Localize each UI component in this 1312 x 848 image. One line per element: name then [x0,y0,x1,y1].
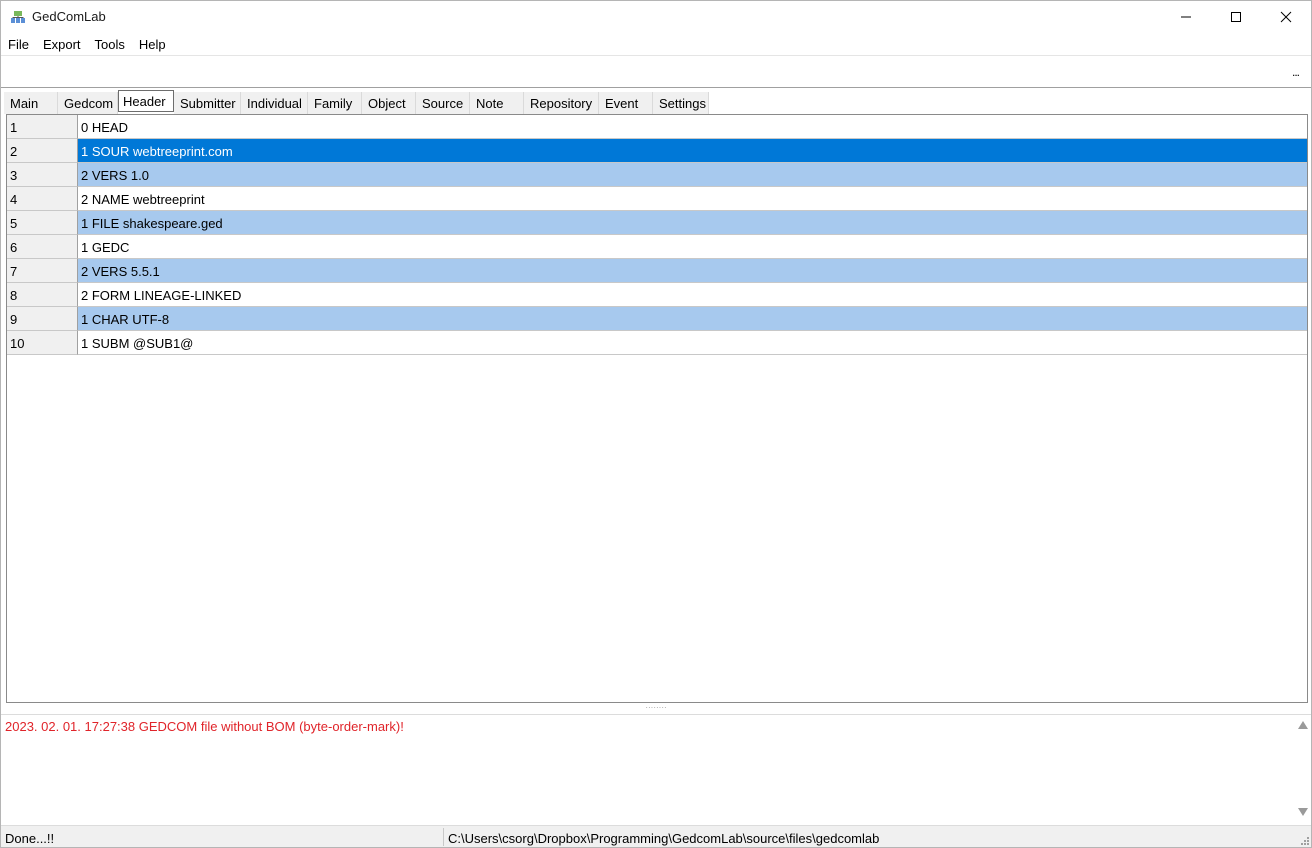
row-number-cell[interactable]: 9 [7,307,78,331]
row-number-cell[interactable]: 1 [7,115,78,139]
title-bar[interactable]: GedComLab [1,1,1311,33]
app-icon [11,11,25,23]
gedcom-line-cell[interactable]: 2 VERS 1.0 [78,163,1307,187]
log-line: 2023. 02. 01. 17:27:38 GEDCOM file witho… [5,719,404,734]
status-path: C:\Users\csorg\Dropbox\Programming\Gedco… [448,831,880,846]
window-title: GedComLab [32,9,106,24]
close-icon [1280,11,1292,23]
tab-settings[interactable]: Settings [653,92,709,114]
row-number-cell[interactable]: 8 [7,283,78,307]
minimize-button[interactable] [1163,1,1209,33]
row-number-cell[interactable]: 7 [7,259,78,283]
menu-help[interactable]: Help [132,33,173,55]
grip-dots-icon: ········ [645,703,667,712]
scroll-down-arrow-icon[interactable] [1298,808,1308,816]
maximize-button[interactable] [1213,1,1259,33]
tab-submitter[interactable]: Submitter [174,92,241,114]
tool-strip: ... [1,55,1311,88]
status-bar: Done...!! C:\Users\csorg\Dropbox\Program… [1,825,1311,847]
gedcom-line-cell[interactable]: 1 SUBM @SUB1@ [78,331,1307,355]
status-message: Done...!! [5,831,55,846]
tab-object[interactable]: Object [362,92,416,114]
gedcom-line-cell[interactable]: 1 GEDC [78,235,1307,259]
gedcom-line-cell[interactable]: 1 FILE shakespeare.ged [78,211,1307,235]
table-row[interactable]: 91 CHAR UTF-8 [7,307,1307,331]
menu-bar: File Export Tools Help [1,33,1311,55]
gedcom-line-cell[interactable]: 1 SOUR webtreeprint.com [78,139,1307,163]
tab-event[interactable]: Event [599,92,653,114]
tab-bar: Main Gedcom Header Submitter Individual … [4,90,709,114]
row-number-cell[interactable]: 5 [7,211,78,235]
menu-file[interactable]: File [1,33,36,55]
tab-main[interactable]: Main [4,92,58,114]
close-button[interactable] [1263,1,1309,33]
row-number-cell[interactable]: 4 [7,187,78,211]
minimize-icon [1181,16,1191,18]
status-separator [443,828,444,846]
table-row[interactable]: 10 1 SUBM @SUB1@ [7,331,1307,355]
menu-export[interactable]: Export [36,33,88,55]
gedcom-line-cell[interactable]: 1 CHAR UTF-8 [78,307,1307,331]
table-row[interactable]: 21 SOUR webtreeprint.com [7,139,1307,163]
row-number-cell[interactable]: 6 [7,235,78,259]
gedcom-line-cell[interactable]: 2 VERS 5.5.1 [78,259,1307,283]
table-row[interactable]: 10 HEAD [7,115,1307,139]
tab-individual[interactable]: Individual [241,92,308,114]
app-window: GedComLab File Export Tools Help ... Mai… [0,0,1312,848]
table-row[interactable]: 32 VERS 1.0 [7,163,1307,187]
gedcom-line-cell[interactable]: 2 FORM LINEAGE-LINKED [78,283,1307,307]
menu-tools[interactable]: Tools [88,33,132,55]
splitter-handle[interactable]: ········ [1,704,1311,712]
tab-repository[interactable]: Repository [524,92,599,114]
resize-grip-icon[interactable] [1299,835,1309,845]
tab-source[interactable]: Source [416,92,470,114]
scroll-up-arrow-icon[interactable] [1298,721,1308,729]
table-row[interactable]: 82 FORM LINEAGE-LINKED [7,283,1307,307]
table-row[interactable]: 61 GEDC [7,235,1307,259]
row-number-cell[interactable]: 10 [7,331,78,355]
row-number-cell[interactable]: 2 [7,139,78,163]
header-grid[interactable]: 10 HEAD 2 1 SOUR webtreeprint.com 3 2 VERS 1… [6,114,1308,703]
tab-header[interactable]: Header [118,90,174,112]
toolbar-overflow-button[interactable]: ... [1292,65,1300,79]
gedcom-line-cell[interactable]: 0 HEAD [78,115,1307,139]
maximize-icon [1231,12,1241,22]
table-row[interactable]: 72 VERS 5.5.1 [7,259,1307,283]
table-row[interactable]: 51 FILE shakespeare.ged [7,211,1307,235]
row-number-cell[interactable]: 3 [7,163,78,187]
gedcom-line-cell[interactable]: 2 NAME webtreeprint [78,187,1307,211]
log-panel[interactable]: 2023. 02. 01. 17:27:38 GEDCOM file witho… [1,714,1311,822]
log-scrollbar[interactable] [1294,715,1311,822]
tab-note[interactable]: Note [470,92,524,114]
tab-gedcom[interactable]: Gedcom [58,92,118,114]
table-row[interactable]: 42 NAME webtreeprint [7,187,1307,211]
tab-family[interactable]: Family [308,92,362,114]
